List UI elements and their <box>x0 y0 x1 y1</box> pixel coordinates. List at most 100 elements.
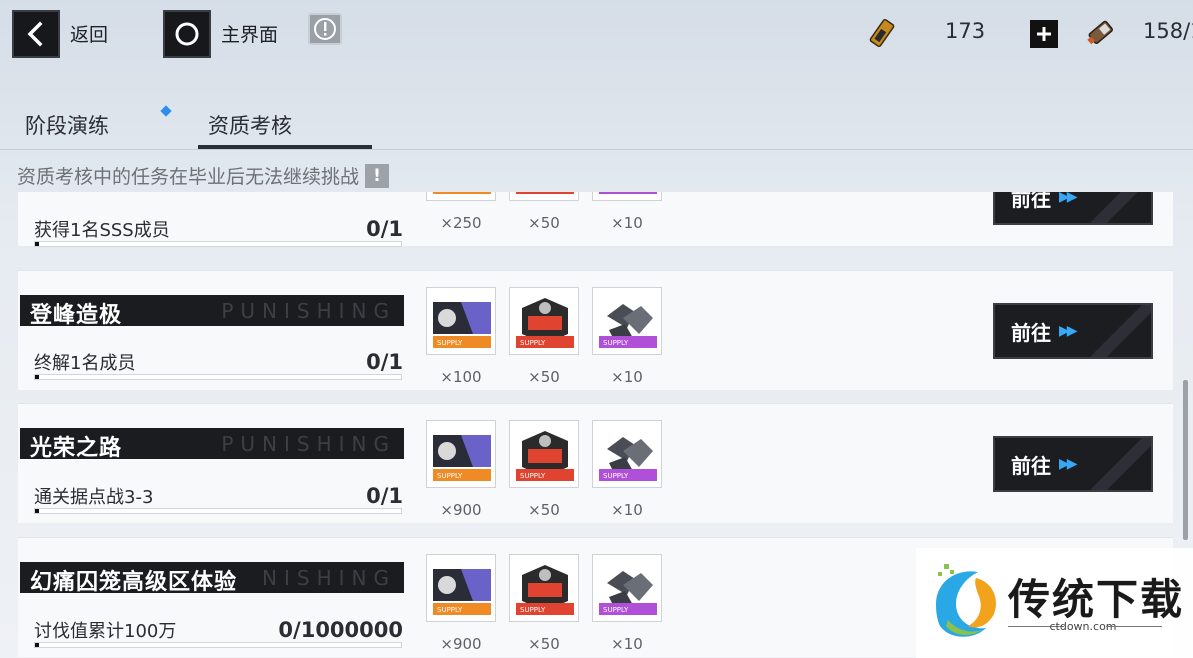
site-watermark: 传统下载 ctdown.com <box>916 548 1193 658</box>
task-progress: 0/1 <box>366 350 403 374</box>
svg-text:SUPPLY: SUPPLY <box>603 192 629 193</box>
home-circle-icon <box>175 22 199 46</box>
supply-crate-icon: SUPPLY <box>509 554 579 622</box>
card-header: 幻痛囚笼高级区体验 NISHING <box>20 562 404 593</box>
task-desc: 通关据点战3-3 <box>34 487 154 508</box>
supply-crate-icon: SUPPLY <box>509 192 579 201</box>
svg-text:SUPPLY: SUPPLY <box>437 192 463 193</box>
header-watermark: NISHING <box>262 566 396 590</box>
task-progress: 0/1000000 <box>278 618 403 642</box>
double-arrow-icon: ▶▶ <box>1059 323 1077 339</box>
site-watermark-text: 传统下载 <box>1008 575 1185 624</box>
reward-item[interactable]: SUPPLY ×900 <box>426 554 496 653</box>
reward-count: ×50 <box>528 368 560 386</box>
reward-count: ×10 <box>611 368 643 386</box>
notice-text: 资质考核中的任务在毕业后无法继续挑战 <box>17 166 360 188</box>
svg-text:SUPPLY: SUPPLY <box>603 472 629 480</box>
supply-ticket-icon: SUPPLY <box>426 192 496 201</box>
header-watermark: PUNISHING <box>221 432 396 456</box>
double-arrow-icon: ▶▶ <box>1059 456 1077 472</box>
component-cluster-icon: SUPPLY <box>592 420 662 488</box>
svg-text:SUPPLY: SUPPLY <box>603 339 629 347</box>
reward-count: ×50 <box>528 501 560 519</box>
reward-count: ×50 <box>528 214 560 232</box>
reward-count: ×250 <box>440 214 482 232</box>
tab-qualification[interactable]: 资质考核 <box>208 110 292 140</box>
ticket-resource-icon <box>864 15 900 55</box>
task-card: 光荣之路 PUNISHING 通关据点战3-3 0/1 SUPPLY ×900 … <box>18 403 1173 523</box>
notice: 资质考核中的任务在毕业后无法继续挑战 ! <box>17 162 390 189</box>
double-arrow-icon: ▶▶ <box>1059 192 1077 205</box>
reward-item[interactable]: SUPPLY ×10 <box>592 420 662 519</box>
task-progress: 0/1 <box>366 484 403 508</box>
reward-item[interactable]: SUPPLY ×50 <box>509 554 579 653</box>
progress-fill <box>35 375 39 379</box>
button-facet <box>1091 192 1151 223</box>
back-label[interactable]: 返回 <box>70 20 108 47</box>
go-label: 前往 <box>1011 320 1051 345</box>
header-watermark: PUNISHING <box>221 299 396 323</box>
home-button[interactable] <box>163 10 211 58</box>
battery-resource-icon <box>1082 15 1118 55</box>
reward-count: ×50 <box>528 635 560 653</box>
supply-ticket-icon: SUPPLY <box>426 420 496 488</box>
card-header: 登峰造极 PUNISHING <box>20 295 404 326</box>
svg-text:SUPPLY: SUPPLY <box>520 192 546 193</box>
task-title: 登峰造极 <box>30 303 123 326</box>
task-card: 登峰造极 PUNISHING 终解1名成员 0/1 SUPPLY ×100 SU… <box>18 270 1173 390</box>
component-cluster-icon: SUPPLY <box>592 287 662 355</box>
reward-item[interactable]: SUPPLY ×10 <box>592 554 662 653</box>
reward-item[interactable]: SUPPLY ×10 <box>592 192 662 232</box>
reward-item[interactable]: SUPPLY ×900 <box>426 420 496 519</box>
go-label: 前往 <box>1011 453 1051 478</box>
supply-ticket-icon: SUPPLY <box>426 287 496 355</box>
reward-count: ×900 <box>440 635 482 653</box>
home-label[interactable]: 主界面 <box>221 20 278 47</box>
card-header: 光荣之路 PUNISHING <box>20 428 404 459</box>
task-desc: 终解1名成员 <box>34 353 136 374</box>
top-bar: 返回 主界面 173 158/ <box>0 0 1193 70</box>
svg-text:SUPPLY: SUPPLY <box>603 606 629 614</box>
progress-fill <box>35 509 39 513</box>
svg-text:SUPPLY: SUPPLY <box>437 472 463 480</box>
resource-1-value: 173 <box>945 19 986 43</box>
svg-text:SUPPLY: SUPPLY <box>520 606 546 614</box>
scrollbar[interactable] <box>1183 380 1188 540</box>
progress-fill <box>35 643 39 647</box>
reward-item[interactable]: SUPPLY ×250 <box>426 192 496 232</box>
component-cluster-icon: SUPPLY <box>592 192 662 201</box>
resource-2-value: 158/1 <box>1143 19 1193 43</box>
reward-count: ×900 <box>440 501 482 519</box>
reward-count: ×100 <box>440 368 482 386</box>
reward-item[interactable]: SUPPLY ×50 <box>509 420 579 519</box>
progress-bar <box>34 508 402 514</box>
supply-crate-icon: SUPPLY <box>509 420 579 488</box>
task-desc: 讨伐值累计100万 <box>34 621 177 642</box>
supply-crate-icon: SUPPLY <box>509 287 579 355</box>
go-button[interactable]: 前往 ▶▶ <box>993 436 1153 492</box>
exclamation-circle-icon <box>314 18 336 40</box>
chevron-left-icon <box>27 21 43 47</box>
divider <box>1106 626 1162 627</box>
info-button[interactable] <box>308 13 342 45</box>
go-button[interactable]: 前往 ▶▶ <box>993 192 1153 225</box>
tab-stage-drill[interactable]: 阶段演练 <box>25 110 109 140</box>
reward-item[interactable]: SUPPLY ×10 <box>592 287 662 386</box>
add-resource-button[interactable] <box>1030 20 1058 48</box>
task-card: 获得1名SSS成员 0/1 SUPPLY ×250 SUPPLY ×50 SUP… <box>18 192 1173 247</box>
supply-ticket-icon: SUPPLY <box>426 554 496 622</box>
svg-text:SUPPLY: SUPPLY <box>437 606 463 614</box>
task-progress: 0/1 <box>366 217 403 241</box>
svg-text:SUPPLY: SUPPLY <box>520 339 546 347</box>
exclamation-icon[interactable]: ! <box>365 163 390 188</box>
go-button[interactable]: 前往 ▶▶ <box>993 303 1153 359</box>
task-title: 幻痛囚笼高级区体验 <box>30 570 238 593</box>
progress-bar <box>34 642 402 648</box>
reward-count: ×10 <box>611 635 643 653</box>
back-button[interactable] <box>12 10 60 58</box>
reward-item[interactable]: SUPPLY ×100 <box>426 287 496 386</box>
reward-item[interactable]: SUPPLY ×50 <box>509 192 579 232</box>
reward-count: ×10 <box>611 501 643 519</box>
task-title: 光荣之路 <box>30 436 123 459</box>
reward-item[interactable]: SUPPLY ×50 <box>509 287 579 386</box>
